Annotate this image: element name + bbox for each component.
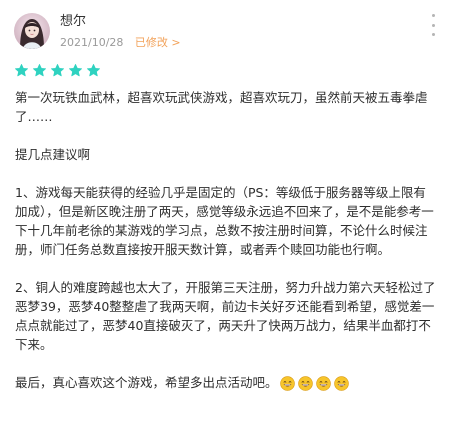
more-options-button[interactable]	[430, 14, 436, 36]
more-dot-icon	[431, 14, 435, 17]
grinning-face-icon	[333, 376, 349, 391]
review-meta: 2021/10/28 已修改 >	[60, 36, 181, 50]
rating-stars	[14, 63, 101, 79]
emoji-group	[279, 376, 349, 391]
review-paragraph: 最后，真心喜欢这个游戏，希望多出点活动吧。	[15, 375, 278, 390]
star-icon	[51, 64, 64, 77]
star-icon	[33, 64, 46, 77]
star-icon	[15, 64, 28, 77]
user-avatar[interactable]	[14, 13, 50, 49]
grinning-face-icon	[279, 376, 295, 391]
star-icon	[87, 64, 100, 77]
grinning-face-icon	[315, 376, 331, 391]
review-body: 第一次玩铁血武林，超喜欢玩武侠游戏，超喜欢玩刀，虽然前天被五毒拳虐了…… 提几点…	[15, 88, 437, 392]
review-paragraph: 2、铜人的难度跨越也太大了，开服第三天注册，努力升战力第六天轻松过了恶梦39，恶…	[15, 280, 436, 352]
edited-link[interactable]: 已修改 >	[135, 36, 181, 49]
review-closing: 最后，真心喜欢这个游戏，希望多出点活动吧。	[15, 373, 437, 392]
more-dot-icon	[431, 33, 435, 36]
username[interactable]: 想尔	[60, 14, 86, 30]
star-icon	[69, 64, 82, 77]
grinning-face-icon	[297, 376, 313, 391]
review-paragraph: 第一次玩铁血武林，超喜欢玩武侠游戏，超喜欢玩刀，虽然前天被五毒拳虐了……	[15, 90, 428, 124]
review-card: 想尔 2021/10/28 已修改 > 第一次玩铁血武林，超喜欢玩武侠游戏，超喜…	[0, 0, 450, 430]
more-dot-icon	[431, 23, 435, 27]
review-date: 2021/10/28	[60, 36, 124, 49]
review-paragraph: 1、游戏每天能获得的经验几乎是固定的（PS：等级低于服务器等级上限有加成），但是…	[15, 185, 434, 257]
review-paragraph: 提几点建议啊	[15, 147, 91, 162]
